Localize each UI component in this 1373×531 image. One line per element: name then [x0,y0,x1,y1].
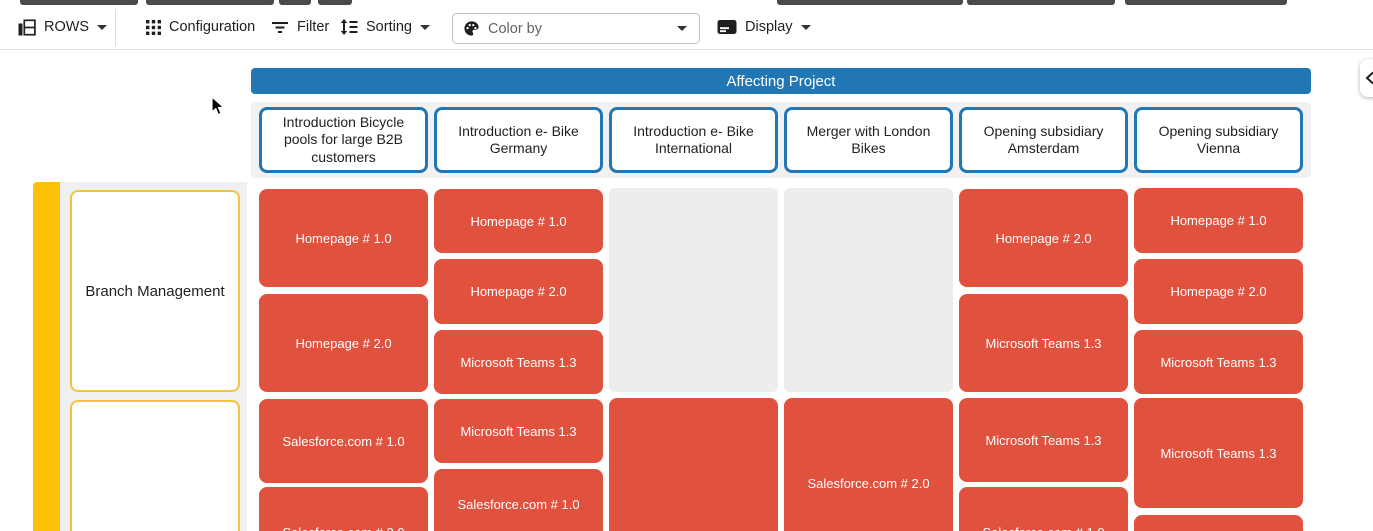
filter-label: Filter [297,19,329,35]
chevron-left-icon [1365,71,1373,85]
matrix-tile[interactable]: Microsoft Teams 1.3 [1134,330,1303,394]
chevron-down-icon [420,25,430,30]
sorting-label: Sorting [366,19,412,35]
matrix-tile[interactable]: Salesforce.com # 1.0 [259,399,428,483]
filter-icon [271,21,289,34]
rows-layout-icon [18,19,36,36]
display-button[interactable]: Display [717,5,811,49]
column-header[interactable]: Introduction e- Bike Germany [434,107,603,173]
matrix-tile[interactable]: Homepage # 2.0 [434,259,603,324]
matrix-tile[interactable] [609,398,778,531]
empty-cell [609,188,778,392]
column-header[interactable]: Opening subsidiary Vienna [1134,107,1303,173]
matrix-tile[interactable]: Homepage # 1.0 [1134,188,1303,253]
matrix-tile[interactable]: Salesforce.com # 2.0 [259,487,428,531]
collapse-panel-button[interactable] [1360,59,1373,97]
chevron-down-icon [97,25,107,30]
grid-icon [146,20,161,35]
chevron-down-icon [677,26,687,31]
sort-icon [340,19,358,35]
matrix-tile[interactable]: Microsoft Teams 1.3 [959,398,1128,482]
toolbar-divider [115,9,116,46]
row-header[interactable]: Branch Management [70,190,240,392]
matrix-tile[interactable]: Homepage # 2.0 [259,294,428,392]
matrix-tile[interactable] [1134,515,1303,531]
column-header[interactable]: Introduction e- Bike International [609,107,778,173]
empty-cell [784,188,953,392]
column-header[interactable]: Merger with London Bikes [784,107,953,173]
matrix-tile[interactable]: Homepage # 2.0 [959,189,1128,287]
row-axis-color-bar [33,182,60,531]
row-header[interactable] [70,400,240,531]
display-label: Display [745,19,793,35]
rows-menu-label: ROWS [44,19,89,35]
matrix-app: ROWS Configuration Filter Sorting [0,0,1373,531]
chevron-down-icon [801,25,811,30]
rows-menu-button[interactable]: ROWS [18,5,107,49]
column-header[interactable]: Opening subsidiary Amsterdam [959,107,1128,173]
configuration-label: Configuration [169,19,255,35]
palette-icon [463,20,480,37]
matrix-tile[interactable]: Microsoft Teams 1.3 [1134,398,1303,508]
column-header[interactable]: Introduction Bicycle pools for large B2B… [259,107,428,173]
matrix-tile[interactable]: Microsoft Teams 1.3 [434,330,603,394]
display-icon [717,19,737,35]
matrix-tile[interactable]: Homepage # 1.0 [259,189,428,287]
column-axis-title: Affecting Project [251,68,1311,94]
filter-button[interactable]: Filter [271,5,329,49]
matrix-tile[interactable]: Salesforce.com # 2.0 [784,398,953,531]
matrix-tile[interactable]: Salesforce.com # 1.0 [434,469,603,531]
matrix-tile[interactable]: Homepage # 2.0 [1134,259,1303,324]
color-by-select[interactable]: Color by [452,13,700,44]
matrix-tile[interactable]: Homepage # 1.0 [434,189,603,253]
matrix-tile[interactable]: Microsoft Teams 1.3 [959,294,1128,392]
mouse-cursor [211,96,226,117]
color-by-placeholder: Color by [488,21,669,37]
matrix-tile[interactable]: Salesforce.com # 1.0 [959,487,1128,531]
sorting-button[interactable]: Sorting [340,5,430,49]
configuration-button[interactable]: Configuration [146,5,255,49]
toolbar: ROWS Configuration Filter Sorting [0,5,1373,50]
matrix-tile[interactable]: Microsoft Teams 1.3 [434,399,603,463]
